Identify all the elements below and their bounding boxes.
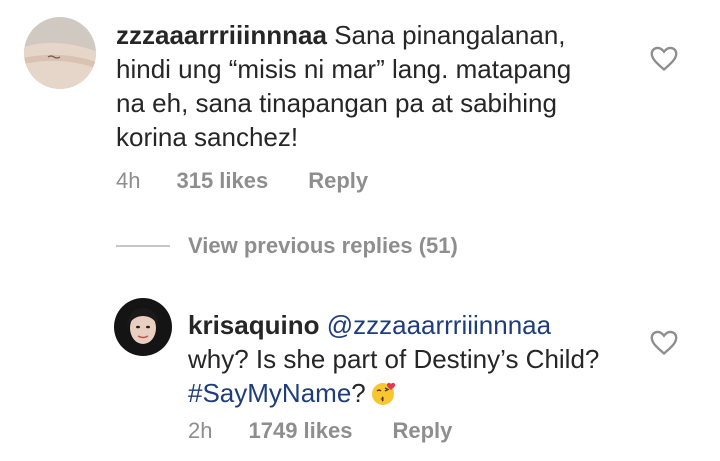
avatar[interactable] — [24, 17, 96, 89]
comment-text: ? — [351, 378, 366, 408]
divider — [116, 245, 170, 247]
likes-count[interactable]: 315 likes — [176, 168, 268, 194]
comment-username[interactable]: krisaquino — [188, 310, 319, 340]
avatar[interactable] — [114, 298, 172, 356]
view-previous-replies-label[interactable]: View previous replies (51) — [188, 233, 458, 259]
reply-button[interactable]: Reply — [308, 168, 368, 194]
comment-username[interactable]: zzzaaarrriiinnnaa — [116, 20, 327, 50]
comment-body: zzzaaarrriiinnnaa Sana pinangalanan, hin… — [116, 18, 656, 154]
comment-time: 2h — [188, 418, 213, 443]
wrist-tattoo-photo-icon — [24, 17, 96, 89]
likes-count[interactable]: 1749 likes — [248, 418, 352, 444]
mention-link[interactable]: @zzzaaarrriiinnnaa — [327, 310, 551, 340]
comment-text-line: na eh, sana tinapangan pa at sabihing — [116, 88, 557, 118]
heart-outline-icon[interactable] — [650, 46, 678, 72]
comment-text-line: korina sanchez! — [116, 122, 299, 152]
comment-body: krisaquino @zzzaaarrriiinnnaa why? Is sh… — [188, 308, 648, 415]
profile-photo-icon — [114, 298, 172, 356]
hashtag-link[interactable]: #SayMyName — [188, 378, 351, 408]
comment-meta: 4h 315 likes Reply — [116, 168, 368, 194]
reply-button[interactable]: Reply — [392, 418, 452, 444]
kissing-face-with-heart-emoji — [370, 379, 398, 415]
comment-text-line: Sana pinangalanan, — [326, 20, 566, 50]
comment-meta: 2h 1749 likes Reply — [188, 418, 452, 444]
comment-time: 4h — [116, 168, 141, 193]
heart-outline-icon[interactable] — [650, 330, 678, 356]
comment-text-line: why? Is she part of Destiny’s Child? — [188, 344, 600, 374]
comment-text-line: hindi ung “misis ni mar” lang. matapang — [116, 54, 572, 84]
view-previous-replies[interactable]: View previous replies (51) — [116, 233, 458, 259]
